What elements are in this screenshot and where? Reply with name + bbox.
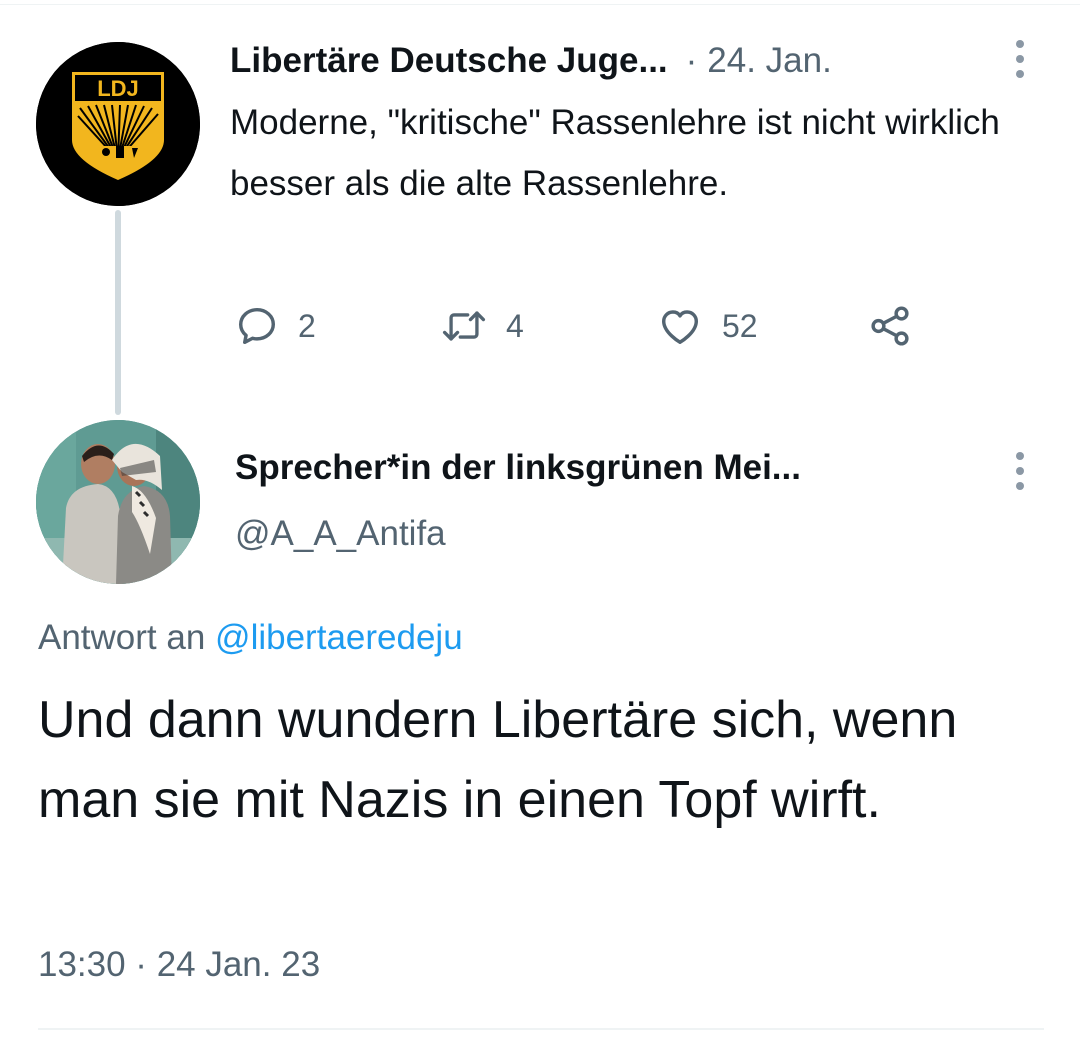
reply-more-options-icon[interactable] bbox=[1013, 450, 1025, 494]
profile-photo-icon bbox=[36, 420, 200, 584]
reply-action[interactable]: 2 bbox=[234, 298, 316, 354]
parent-date[interactable]: 24. Jan. bbox=[707, 41, 832, 81]
like-action[interactable]: 52 bbox=[656, 298, 758, 354]
antifa-avatar[interactable] bbox=[36, 420, 200, 584]
parent-tweet-text: Moderne, "kritische" Rassenlehre ist nic… bbox=[230, 103, 1000, 203]
like-count: 52 bbox=[722, 307, 758, 344]
share-action[interactable] bbox=[866, 298, 914, 354]
reply-count: 2 bbox=[298, 307, 316, 344]
reply-icon bbox=[238, 307, 276, 345]
replying-to-mention[interactable]: @libertaeredeju bbox=[215, 618, 463, 657]
replying-to-label: Antwort an bbox=[38, 618, 206, 657]
parent-author-name[interactable]: Libertäre Deutsche Juge... bbox=[230, 41, 668, 81]
ldj-logo-text: LDJ bbox=[97, 76, 139, 101]
retweet-count: 4 bbox=[506, 307, 524, 344]
ldj-avatar[interactable]: LDJ bbox=[36, 42, 200, 206]
reply-timestamp[interactable]: 13:30 · 24 Jan. 23 bbox=[38, 945, 320, 985]
retweet-icon bbox=[442, 311, 486, 341]
ldj-logo-icon: LDJ bbox=[36, 42, 200, 206]
heart-icon bbox=[661, 310, 699, 345]
parent-date-separator: · bbox=[685, 41, 698, 80]
share-icon bbox=[871, 306, 909, 346]
replying-to-line: Antwort an @libertaeredeju bbox=[38, 618, 463, 658]
parent-action-bar: 2 4 52 bbox=[230, 298, 950, 354]
top-divider bbox=[0, 4, 1080, 5]
reply-author-name[interactable]: Sprecher*in der linksgrünen Mei... bbox=[235, 448, 801, 488]
thread-connector-line bbox=[115, 210, 121, 415]
parent-more-options-icon[interactable] bbox=[1013, 38, 1025, 82]
bottom-divider bbox=[38, 1028, 1044, 1030]
retweet-action[interactable]: 4 bbox=[440, 298, 524, 354]
reply-tweet-text: Und dann wundern Libertäre sich, wenn ma… bbox=[38, 691, 958, 829]
parent-tweet-header: Libertäre Deutsche Juge... · 24. Jan. bbox=[230, 36, 990, 86]
reply-author-handle[interactable]: @A_A_Antifa bbox=[235, 514, 446, 554]
tweet-thread-screen: LDJ Libertäre Deutsche Juge... · 24. Jan… bbox=[0, 0, 1080, 1050]
